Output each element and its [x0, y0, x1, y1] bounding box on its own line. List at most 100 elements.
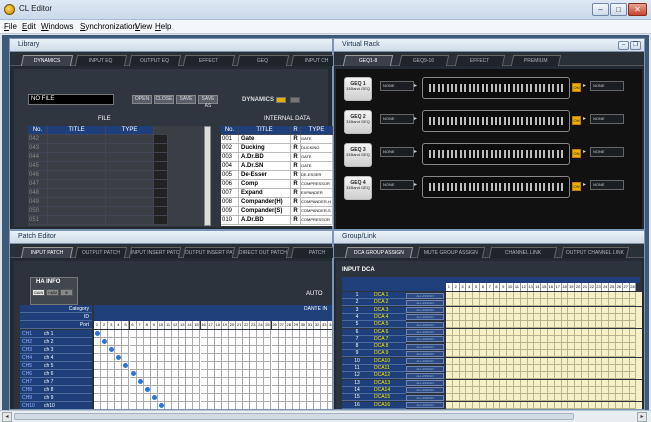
patch-cell[interactable]	[264, 386, 272, 394]
patch-cell[interactable]	[207, 378, 215, 386]
dca-assign-cell[interactable]	[452, 306, 460, 314]
dca-assign-cell[interactable]	[561, 350, 569, 358]
geq-band-fader[interactable]	[433, 183, 436, 191]
dca-assign-cell[interactable]	[514, 306, 521, 314]
patch-row[interactable]	[94, 330, 332, 338]
geq-band-fader[interactable]	[464, 150, 467, 158]
dca-assign-cell[interactable]	[480, 350, 487, 358]
dca-assign-cell[interactable]	[459, 379, 467, 387]
patch-cell[interactable]	[214, 362, 222, 370]
patch-point-icon[interactable]	[144, 387, 150, 392]
dca-assign-row[interactable]	[446, 350, 642, 358]
dca-assign-row[interactable]	[446, 306, 642, 314]
dca-assign-row[interactable]	[446, 379, 642, 387]
dca-assign-cell[interactable]	[473, 379, 480, 387]
dca-assign-cell[interactable]	[446, 292, 453, 299]
patch-cell[interactable]	[130, 402, 137, 409]
patch-cell[interactable]	[137, 402, 144, 409]
patch-cell[interactable]	[243, 386, 251, 394]
dca-assign-cell[interactable]	[622, 328, 630, 336]
patch-cell[interactable]	[243, 338, 251, 346]
patch-cell[interactable]	[108, 330, 116, 338]
menu-view[interactable]: View	[135, 22, 152, 31]
patch-cell[interactable]	[271, 346, 279, 354]
dca-assign-cell[interactable]	[473, 299, 480, 307]
patch-cell[interactable]	[115, 362, 123, 370]
dca-assign-cell[interactable]	[452, 372, 460, 380]
patch-cell[interactable]	[129, 362, 137, 370]
patch-cell[interactable]	[122, 386, 130, 394]
patch-cell[interactable]	[228, 378, 236, 386]
patch-cell[interactable]	[143, 370, 151, 378]
geq-band-fader[interactable]	[525, 183, 528, 191]
patch-cell[interactable]	[257, 362, 265, 370]
patch-cell[interactable]	[150, 354, 158, 362]
dca-assign-cell[interactable]	[595, 299, 603, 307]
dca-assign-cell[interactable]	[602, 394, 610, 402]
patch-cell[interactable]	[201, 402, 208, 409]
geq-band-fader[interactable]	[490, 117, 493, 125]
dca-assign-cell[interactable]	[568, 357, 576, 365]
dca-assign-cell[interactable]	[527, 306, 535, 314]
geq-band-fader[interactable]	[455, 117, 458, 125]
patch-cell[interactable]	[250, 346, 258, 354]
dca-assign-cell[interactable]	[534, 394, 542, 402]
dca-assign-cell[interactable]	[541, 299, 548, 307]
geq-band-fader[interactable]	[481, 183, 484, 191]
patch-cell[interactable]	[271, 330, 279, 338]
dca-assign-cell[interactable]	[534, 299, 542, 307]
dca-assign-cell[interactable]	[480, 328, 487, 336]
dca-assign-cell[interactable]	[452, 299, 460, 307]
dca-assign-cell[interactable]	[595, 386, 603, 394]
dca-assign-cell[interactable]	[561, 394, 569, 402]
dca-assign-cell[interactable]	[561, 401, 569, 409]
dca-assign-cell[interactable]	[500, 292, 508, 299]
dca-assign-cell[interactable]	[459, 401, 467, 409]
patch-cell[interactable]	[215, 402, 222, 409]
dca-assign-cell[interactable]	[534, 335, 542, 343]
patch-cell[interactable]	[328, 394, 332, 402]
patch-cell[interactable]	[200, 354, 208, 362]
patch-cell[interactable]	[186, 362, 194, 370]
patch-cell[interactable]	[150, 386, 158, 394]
maximize-button[interactable]: □	[610, 3, 627, 16]
dca-assign-row[interactable]	[446, 386, 642, 394]
dca-assign-cell[interactable]	[588, 379, 596, 387]
dca-assign-cell[interactable]	[602, 321, 610, 329]
dca-all-assign-button[interactable]: ALL ASSIGN	[406, 358, 444, 365]
ha-1-button[interactable]: +48V	[46, 289, 59, 296]
dca-assign-cell[interactable]	[486, 379, 494, 387]
geq-band-fader[interactable]	[561, 84, 563, 92]
dca-all-assign-button[interactable]: ALL ASSIGN	[406, 292, 444, 299]
dca-assign-cell[interactable]	[575, 394, 582, 402]
geq-band-fader[interactable]	[429, 183, 431, 191]
patch-cell[interactable]	[214, 386, 222, 394]
dca-assign-cell[interactable]	[493, 335, 501, 343]
patch-cell[interactable]	[228, 394, 236, 402]
dca-assign-cell[interactable]	[459, 365, 467, 372]
patch-cell[interactable]	[108, 370, 116, 378]
dca-assign-cell[interactable]	[561, 321, 569, 329]
dca-assign-cell[interactable]	[500, 365, 508, 372]
dca-assign-cell[interactable]	[568, 401, 576, 409]
dca-assign-cell[interactable]	[520, 328, 528, 336]
dca-assign-cell[interactable]	[507, 292, 514, 299]
patch-cell[interactable]	[307, 386, 315, 394]
dca-assign-cell[interactable]	[582, 335, 589, 343]
geq-band-fader[interactable]	[459, 117, 462, 125]
dca-assign-cell[interactable]	[527, 299, 535, 307]
geq-band-fader[interactable]	[433, 117, 436, 125]
menu-windows[interactable]: Windows	[41, 22, 73, 31]
dca-assign-cell[interactable]	[629, 343, 637, 351]
dca-assign-cell[interactable]	[452, 386, 460, 394]
dca-assign-cell[interactable]	[486, 386, 494, 394]
dca-assign-cell[interactable]	[548, 401, 555, 409]
dca-assign-cell[interactable]	[446, 401, 453, 409]
tab-geq9-16[interactable]: GEQ9-16	[398, 55, 450, 66]
patch-cell[interactable]	[122, 394, 130, 402]
patch-cell[interactable]	[221, 378, 229, 386]
geq-input-patch[interactable]: NONE	[380, 180, 414, 190]
geq-band-fader[interactable]	[486, 117, 489, 125]
dca-assign-cell[interactable]	[514, 335, 521, 343]
dca-assign-cell[interactable]	[534, 306, 542, 314]
